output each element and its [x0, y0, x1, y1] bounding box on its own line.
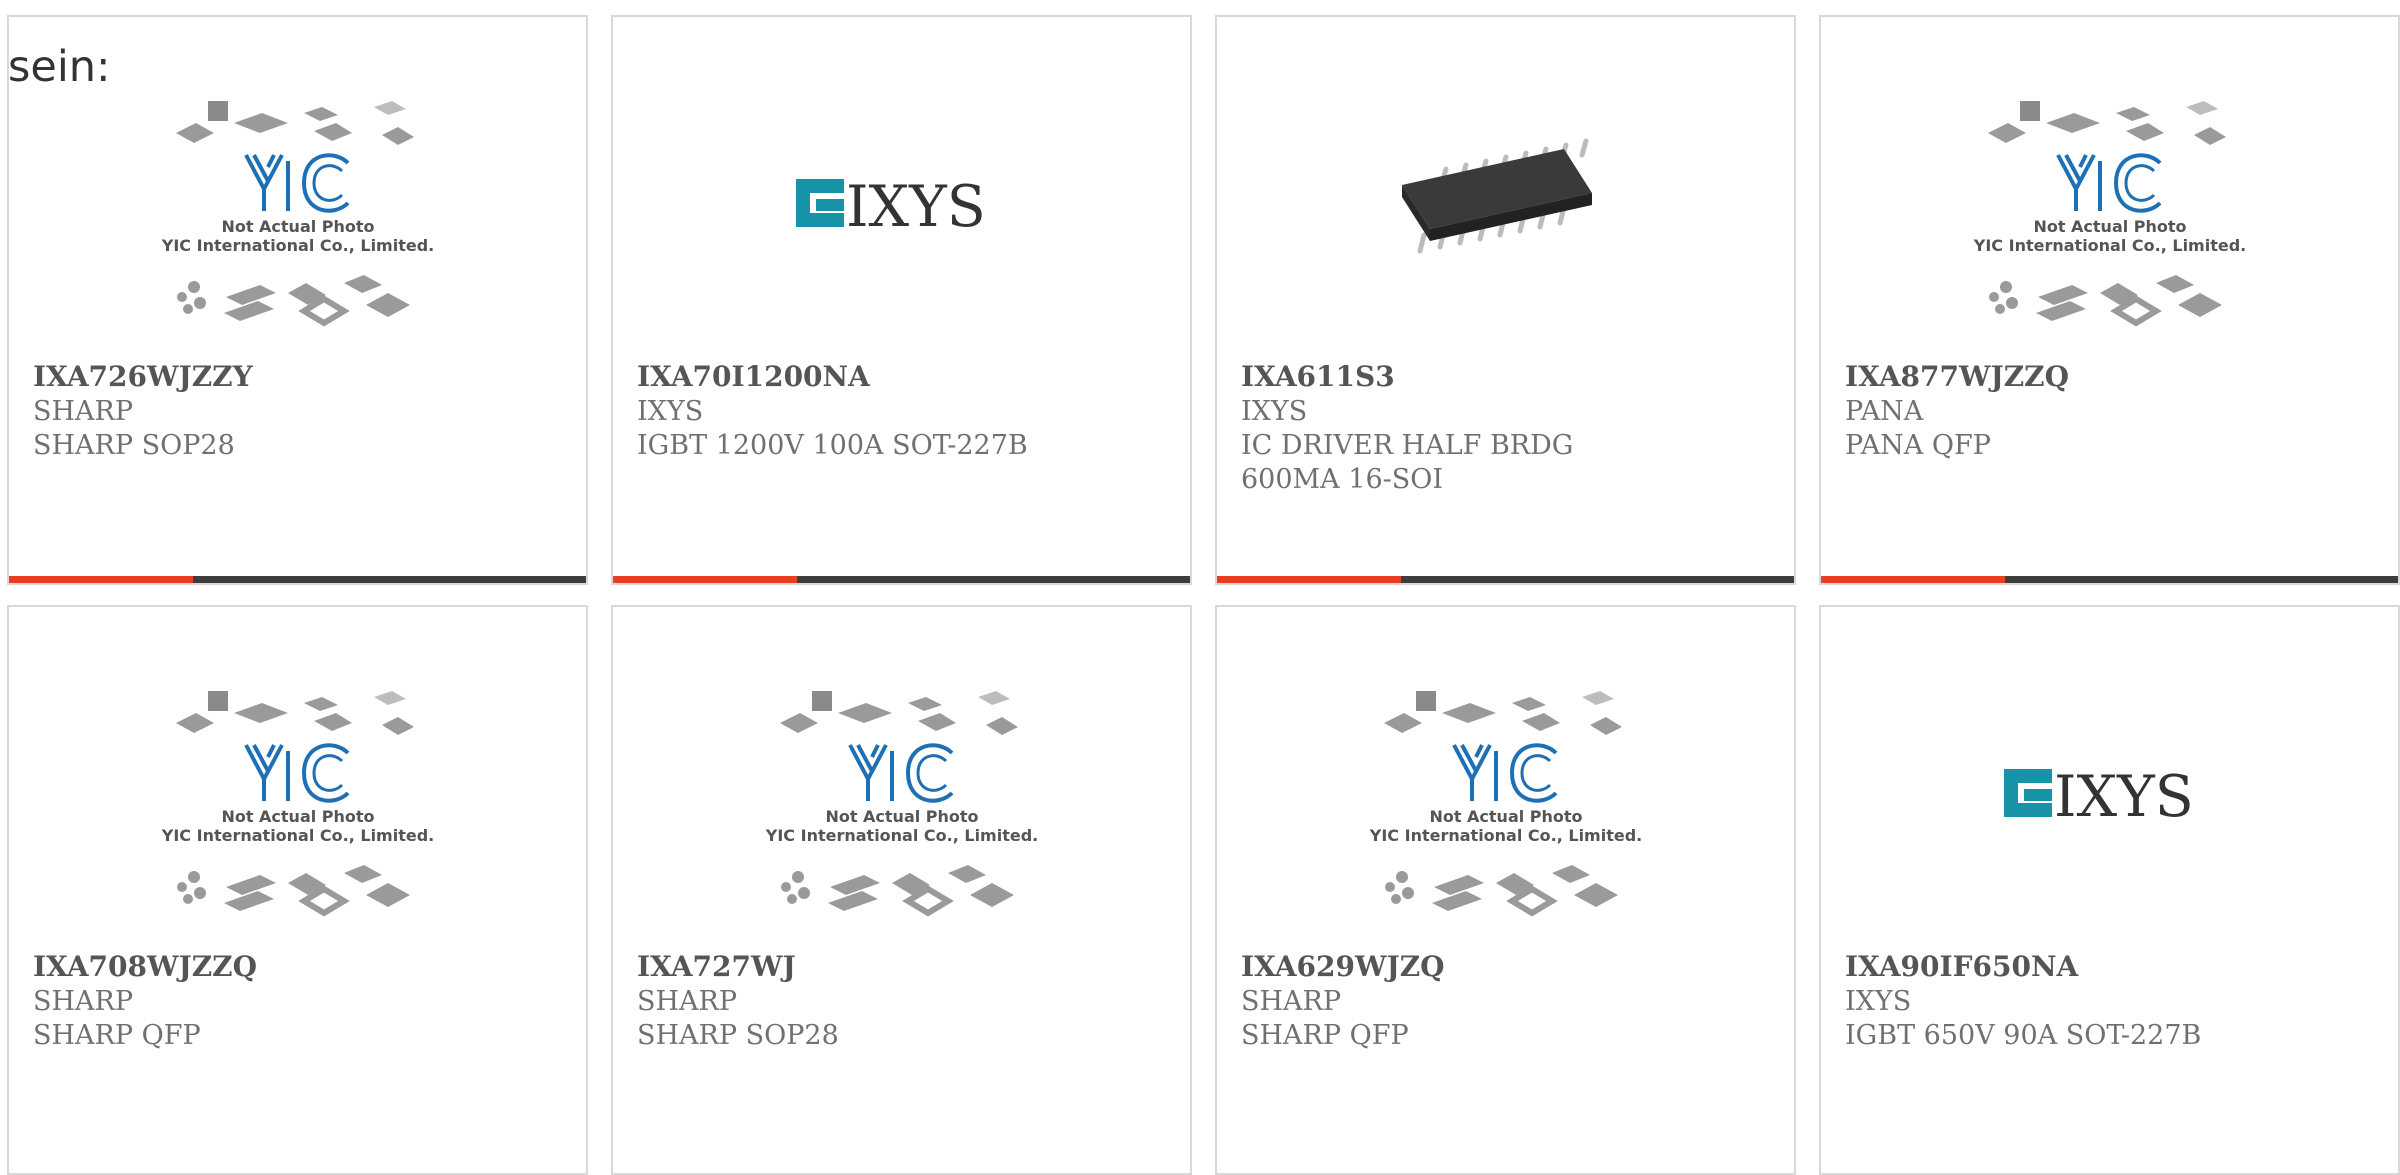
product-info: IXA70I1200NA IXYS IGBT 1200V 100A SOT-22…	[637, 359, 1174, 463]
product-card[interactable]: Not Actual Photo YIC International Co., …	[7, 15, 588, 585]
description: SHARP SOP28	[33, 430, 235, 461]
yic-placeholder-image: Not Actual Photo YIC International Co., …	[764, 691, 1038, 917]
svg-text:YIC International Co., Limited: YIC International Co., Limited.	[764, 826, 1037, 845]
card-bottom-bar	[1821, 576, 2398, 583]
yic-placeholder-image: Not Actual Photo YIC International Co., …	[1368, 691, 1642, 917]
product-info: IXA629WJZQ SHARP SHARP QFP	[1241, 949, 1778, 1053]
ixys-logo-icon	[795, 179, 844, 227]
product-grid: Not Actual Photo YIC International Co., …	[0, 0, 2400, 1175]
product-image[interactable]: IXYS	[1821, 677, 2398, 947]
description: IGBT 1200V 100A SOT-227B	[637, 430, 1028, 461]
part-number[interactable]: IXA877WJZZQ	[1845, 359, 2382, 395]
manufacturer: SHARP	[1241, 986, 1342, 1017]
card-accent-bar	[613, 576, 797, 583]
manufacturer: IXYS	[1241, 396, 1308, 427]
product-info: IXA877WJZZQ PANA PANA QFP	[1845, 359, 2382, 463]
product-card[interactable]: IXYS IXA90IF650NA IXYS IGBT 650V 90A SOT…	[1819, 605, 2400, 1175]
product-image[interactable]: Not Actual Photo YIC International Co., …	[1217, 677, 1794, 947]
part-number[interactable]: IXA629WJZQ	[1241, 949, 1778, 985]
svg-text:YIC International Co., Limited: YIC International Co., Limited.	[160, 826, 433, 845]
part-number[interactable]: IXA611S3	[1241, 359, 1778, 395]
description: IGBT 650V 90A SOT-227B	[1845, 1020, 2202, 1051]
card-accent-bar	[9, 576, 193, 583]
yic-placeholder-image: Not Actual Photo YIC International Co., …	[160, 691, 434, 917]
svg-text:IXYS: IXYS	[846, 174, 986, 240]
product-info: IXA726WJZZY SHARP SHARP SOP28	[33, 359, 570, 463]
part-number[interactable]: IXA70I1200NA	[637, 359, 1174, 395]
product-image[interactable]: Not Actual Photo YIC International Co., …	[613, 677, 1190, 947]
svg-text:Not Actual Photo: Not Actual Photo	[1429, 807, 1582, 826]
svg-text:YIC International Co., Limited: YIC International Co., Limited.	[1972, 236, 2245, 255]
product-image[interactable]	[1217, 87, 1794, 357]
description: SHARP SOP28	[637, 1020, 839, 1051]
part-number[interactable]: IXA708WJZZQ	[33, 949, 570, 985]
product-card[interactable]: Not Actual Photo YIC International Co., …	[7, 605, 588, 1175]
manufacturer: SHARP	[33, 396, 134, 427]
svg-text:Not Actual Photo: Not Actual Photo	[221, 807, 374, 826]
part-number[interactable]: IXA90IF650NA	[1845, 949, 2382, 985]
card-bottom-bar	[9, 576, 586, 583]
product-card[interactable]: Not Actual Photo YIC International Co., …	[1215, 605, 1796, 1175]
product-info: IXA611S3 IXYS IC DRIVER HALF BRDG 600MA …	[1241, 359, 1778, 497]
intro-text: sein:	[8, 42, 111, 92]
manufacturer: IXYS	[1845, 986, 1912, 1017]
svg-text:YIC International Co., Limited: YIC International Co., Limited.	[1368, 826, 1641, 845]
svg-text:Not Actual Photo: Not Actual Photo	[825, 807, 978, 826]
description: PANA QFP	[1845, 430, 1991, 461]
description: SHARP QFP	[1241, 1020, 1409, 1051]
description: SHARP QFP	[33, 1020, 201, 1051]
product-image[interactable]: Not Actual Photo YIC International Co., …	[1821, 87, 2398, 357]
svg-text:Not Actual Photo: Not Actual Photo	[2033, 217, 2186, 236]
part-number[interactable]: IXA727WJ	[637, 949, 1174, 985]
ixys-logo-image: IXYS	[2003, 764, 2194, 830]
ixys-logo-icon	[2003, 769, 2052, 817]
product-card[interactable]: IXA611S3 IXYS IC DRIVER HALF BRDG 600MA …	[1215, 15, 1796, 585]
manufacturer: SHARP	[33, 986, 134, 1017]
card-bottom-bar	[613, 576, 1190, 583]
product-image[interactable]: Not Actual Photo YIC International Co., …	[9, 87, 586, 357]
part-number[interactable]: IXA726WJZZY	[33, 359, 570, 395]
card-accent-bar	[1821, 576, 2005, 583]
card-bottom-bar	[1217, 576, 1794, 583]
product-card[interactable]: IXYS IXA70I1200NA IXYS IGBT 1200V 100A S…	[611, 15, 1192, 585]
manufacturer: SHARP	[637, 986, 738, 1017]
svg-text:IXYS: IXYS	[2054, 764, 2194, 830]
yic-placeholder-image: Not Actual Photo YIC International Co., …	[1972, 101, 2246, 327]
product-card[interactable]: Not Actual Photo YIC International Co., …	[1819, 15, 2400, 585]
manufacturer: PANA	[1845, 396, 1924, 427]
card-accent-bar	[1217, 576, 1401, 583]
product-card[interactable]: Not Actual Photo YIC International Co., …	[611, 605, 1192, 1175]
product-info: IXA708WJZZQ SHARP SHARP QFP	[33, 949, 570, 1053]
yic-placeholder-image: Not Actual Photo YIC International Co., …	[160, 101, 434, 327]
svg-text:YIC International Co., Limited: YIC International Co., Limited.	[160, 236, 433, 255]
product-info: IXA727WJ SHARP SHARP SOP28	[637, 949, 1174, 1053]
svg-text:Not Actual Photo: Not Actual Photo	[221, 217, 374, 236]
product-info: IXA90IF650NA IXYS IGBT 650V 90A SOT-227B	[1845, 949, 2382, 1053]
product-image[interactable]: Not Actual Photo YIC International Co., …	[9, 677, 586, 947]
manufacturer: IXYS	[637, 396, 704, 427]
chip-photo-image	[1401, 138, 1592, 254]
product-image[interactable]: IXYS	[613, 87, 1190, 357]
ixys-logo-image: IXYS	[795, 174, 986, 240]
description: IC DRIVER HALF BRDG 600MA 16-SOI	[1241, 430, 1574, 495]
